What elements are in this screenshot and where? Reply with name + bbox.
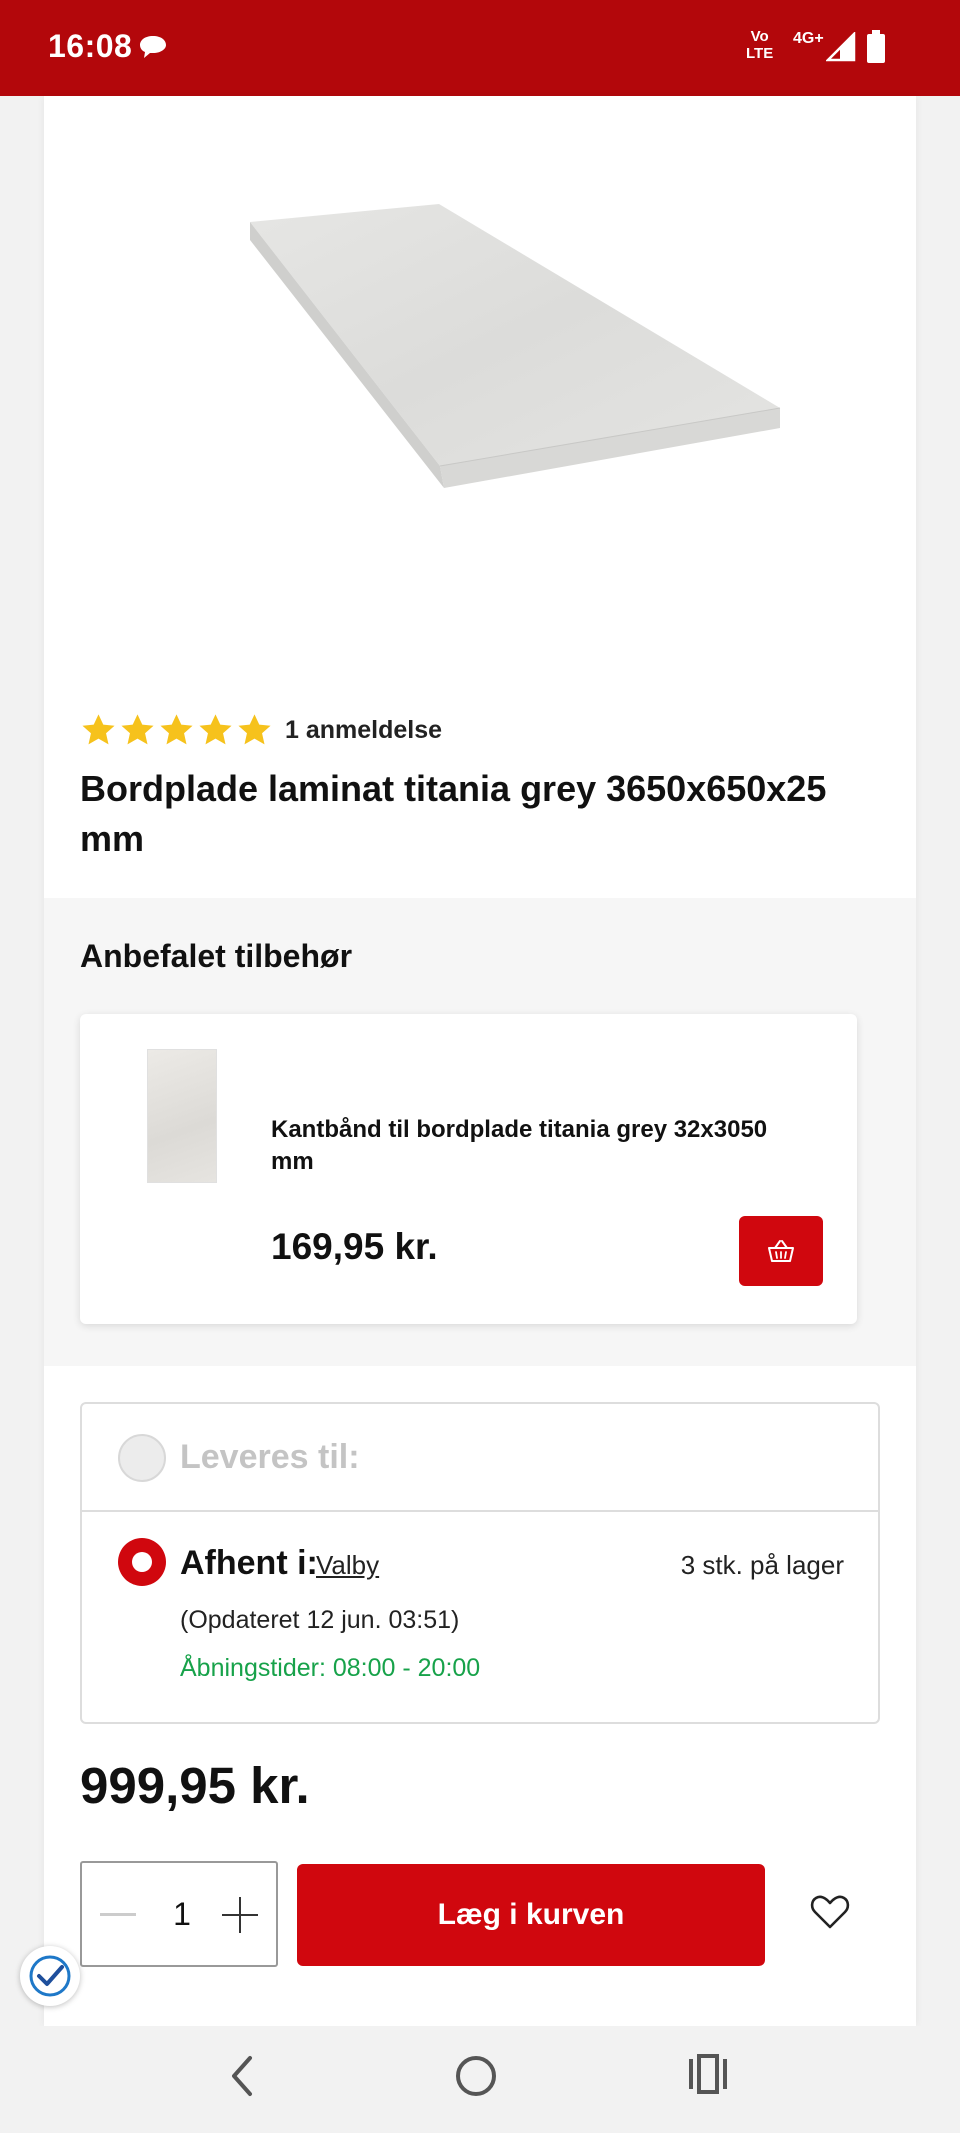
product-title: Bordplade laminat titania grey 3650x650x…	[80, 768, 827, 859]
add-accessory-to-cart-button[interactable]	[739, 1216, 823, 1286]
accessory-image	[147, 1049, 217, 1183]
delivery-radio[interactable]	[118, 1434, 166, 1482]
quantity-value[interactable]: 1	[162, 1896, 202, 1933]
basket-icon	[768, 1240, 794, 1262]
add-to-cart-button[interactable]: Læg i kurven	[297, 1864, 765, 1966]
accessory-price: 169,95 kr.	[271, 1226, 438, 1267]
pickup-store-link[interactable]: Valby	[316, 1550, 379, 1581]
delivery-option[interactable]: Leveres til:	[82, 1404, 878, 1512]
network-type: 4G+	[793, 30, 824, 47]
star-icon	[121, 713, 154, 744]
fulfillment-options: Leveres til: Afhent i: Valby 3 stk. på l…	[80, 1402, 880, 1724]
minus-icon[interactable]	[100, 1913, 136, 1916]
product-page: 1 anmeldelse Bordplade laminat titania g…	[44, 96, 916, 2026]
star-rating	[80, 712, 273, 749]
volte-indicator: Vo LTE	[746, 28, 774, 62]
star-icon	[160, 713, 193, 744]
recommended-accessories: Anbefalet tilbehør Kantbånd til bordplad…	[44, 898, 916, 1366]
pickup-label: Afhent i:	[180, 1544, 318, 1582]
signal-icon	[826, 32, 856, 62]
status-bar: 16:08 Vo LTE 4G+	[0, 0, 960, 96]
product-price: 999,95 kr.	[80, 1757, 310, 1814]
section-heading: Anbefalet tilbehør	[80, 938, 353, 974]
star-icon	[199, 713, 232, 744]
trust-badge[interactable]	[20, 1946, 80, 2006]
review-count[interactable]: 1 anmeldelse	[285, 716, 442, 745]
delivery-label: Leveres til:	[180, 1438, 360, 1476]
plus-icon[interactable]	[222, 1897, 258, 1933]
system-navigation-bar	[0, 2026, 960, 2133]
stock-status: 3 stk. på lager	[680, 1550, 844, 1580]
accessory-name[interactable]: Kantbånd til bordplade titania grey 32x3…	[271, 1114, 811, 1178]
message-icon	[140, 36, 166, 58]
product-image	[250, 204, 781, 488]
back-icon[interactable]	[224, 2052, 258, 2100]
stock-updated: (Opdateret 12 jun. 03:51)	[180, 1606, 460, 1634]
check-badge-icon	[29, 1955, 71, 1997]
home-icon[interactable]	[456, 2056, 496, 2096]
rating[interactable]: 1 anmeldelse	[80, 710, 442, 750]
star-icon	[82, 713, 115, 744]
star-icon	[238, 713, 271, 744]
recent-apps-icon[interactable]	[688, 2054, 728, 2094]
pickup-radio[interactable]	[118, 1538, 166, 1586]
status-time: 16:08	[48, 28, 133, 64]
opening-hours: Åbningstider: 08:00 - 20:00	[180, 1654, 481, 1682]
heart-icon[interactable]	[810, 1894, 850, 1930]
quantity-stepper[interactable]: 1	[80, 1861, 278, 1967]
accessory-card[interactable]: Kantbånd til bordplade titania grey 32x3…	[80, 1014, 857, 1324]
battery-icon	[867, 30, 885, 63]
